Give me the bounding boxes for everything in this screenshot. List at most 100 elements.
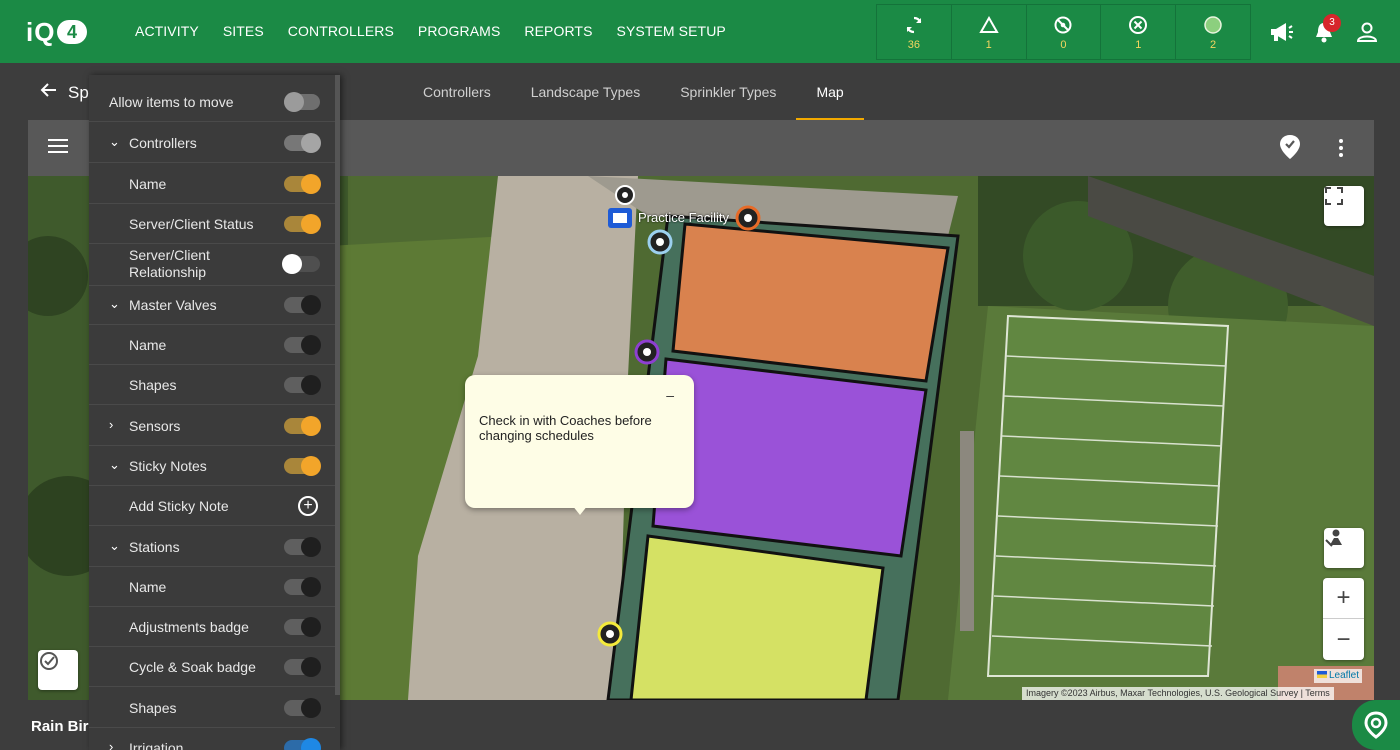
more-vertical-icon[interactable] bbox=[1338, 138, 1344, 163]
tab-map[interactable]: Map bbox=[796, 66, 864, 120]
tab-sprinkler-types[interactable]: Sprinkler Types bbox=[660, 66, 796, 120]
row-server-client-status[interactable]: Server/Client Status bbox=[89, 204, 335, 244]
toggle-master-valve-shapes[interactable] bbox=[284, 375, 321, 395]
toggle-cycle-soak-badge[interactable] bbox=[284, 657, 321, 677]
status-count: 0 bbox=[1060, 38, 1067, 51]
toggle-station-name[interactable] bbox=[284, 577, 321, 597]
row-master-valves-shapes[interactable]: Shapes bbox=[89, 365, 335, 405]
nav-activity[interactable]: ACTIVITY bbox=[135, 0, 199, 63]
tab-bar: Controllers Landscape Types Sprinkler Ty… bbox=[403, 66, 864, 120]
chevron-right-icon[interactable]: › bbox=[109, 740, 123, 750]
chevron-down-icon[interactable]: ⌄ bbox=[109, 135, 123, 149]
toggle-controller-name[interactable] bbox=[284, 174, 321, 194]
yellow-zone[interactable] bbox=[629, 534, 885, 700]
chevron-down-icon[interactable]: ⌄ bbox=[109, 539, 123, 553]
status-online[interactable]: 2 bbox=[1176, 5, 1250, 59]
prohibited-icon bbox=[1053, 14, 1073, 36]
toggle-server-client-relationship[interactable] bbox=[282, 254, 320, 274]
controller-marker[interactable] bbox=[615, 185, 635, 205]
row-stations[interactable]: ⌄ Stations bbox=[89, 527, 335, 567]
app-logo[interactable]: iQ 4 bbox=[26, 17, 88, 48]
row-label: Name bbox=[129, 176, 167, 192]
status-error[interactable]: 1 bbox=[1101, 5, 1177, 59]
row-stations-shapes[interactable]: Shapes bbox=[89, 688, 335, 728]
row-allow-items-to-move[interactable]: Allow items to move bbox=[89, 82, 335, 122]
row-label: Master Valves bbox=[129, 297, 217, 313]
status-sync[interactable]: 36 bbox=[877, 5, 952, 59]
panel-scrollbar[interactable] bbox=[335, 75, 340, 695]
chevron-down-icon[interactable]: ⌄ bbox=[109, 297, 123, 311]
toggle-allow-move[interactable] bbox=[284, 92, 320, 112]
online-dot-icon bbox=[1203, 14, 1223, 36]
row-irrigation[interactable]: › Irrigation bbox=[89, 728, 335, 750]
row-sensors[interactable]: › Sensors bbox=[89, 406, 335, 446]
row-server-client-relationship[interactable]: Server/Client Relationship bbox=[89, 244, 335, 286]
row-cycle-soak-badge[interactable]: Cycle & Soak badge bbox=[89, 647, 335, 687]
chevron-down-icon[interactable]: ⌄ bbox=[109, 458, 123, 472]
fullscreen-icon[interactable] bbox=[1324, 186, 1364, 226]
megaphone-icon[interactable] bbox=[1268, 19, 1294, 45]
tab-controllers[interactable]: Controllers bbox=[403, 66, 511, 120]
nav-sites[interactable]: SITES bbox=[223, 0, 264, 63]
nav-programs[interactable]: PROGRAMS bbox=[418, 0, 500, 63]
terms-link[interactable]: Terms bbox=[1305, 688, 1330, 698]
facility-label[interactable]: Practice Facility bbox=[638, 210, 729, 225]
controller-section-title: Rain Bir bbox=[31, 718, 89, 735]
main-nav: ACTIVITY SITES CONTROLLERS PROGRAMS REPO… bbox=[135, 0, 750, 63]
chevron-right-icon[interactable]: › bbox=[109, 418, 123, 432]
menu-icon[interactable] bbox=[48, 138, 68, 159]
back-arrow-icon[interactable] bbox=[40, 82, 58, 103]
toggle-controllers[interactable] bbox=[284, 133, 321, 153]
row-adjustments-badge[interactable]: Adjustments badge bbox=[89, 607, 335, 647]
sticky-note-text: Check in with Coaches before changing sc… bbox=[479, 413, 652, 443]
location-pin-icon[interactable] bbox=[1279, 134, 1301, 165]
leaflet-link[interactable]: Leaflet bbox=[1314, 669, 1363, 683]
controller-marker[interactable] bbox=[597, 621, 623, 647]
row-label: Stations bbox=[129, 539, 180, 555]
tab-landscape-types[interactable]: Landscape Types bbox=[511, 66, 661, 120]
row-add-sticky-note[interactable]: Add Sticky Note + bbox=[89, 486, 335, 526]
zoom-out-button[interactable]: − bbox=[1323, 619, 1364, 660]
layers-check-icon[interactable] bbox=[38, 650, 78, 690]
orange-zone[interactable] bbox=[671, 222, 950, 383]
facility-icon[interactable] bbox=[608, 208, 632, 228]
row-stations-name[interactable]: Name bbox=[89, 567, 335, 607]
toggle-master-valve-name[interactable] bbox=[284, 335, 321, 355]
warning-triangle-icon bbox=[978, 14, 999, 36]
row-controllers[interactable]: ⌄ Controllers bbox=[89, 123, 335, 163]
row-label: Name bbox=[129, 579, 167, 595]
status-warning[interactable]: 1 bbox=[952, 5, 1027, 59]
status-prohibited[interactable]: 0 bbox=[1027, 5, 1102, 59]
toggle-stations[interactable] bbox=[284, 537, 321, 557]
sticky-note[interactable]: – Check in with Coaches before changing … bbox=[465, 375, 694, 515]
user-icon[interactable] bbox=[1354, 19, 1380, 45]
street-view-icon[interactable] bbox=[1324, 528, 1364, 568]
toggle-sensors[interactable] bbox=[284, 416, 321, 436]
nav-system-setup[interactable]: SYSTEM SETUP bbox=[617, 0, 726, 63]
toggle-server-client-status[interactable] bbox=[284, 214, 321, 234]
row-label: Add Sticky Note bbox=[129, 498, 229, 514]
row-master-valves[interactable]: ⌄ Master Valves bbox=[89, 285, 335, 325]
row-label: Name bbox=[129, 337, 167, 353]
row-label: Sensors bbox=[129, 418, 181, 434]
status-count: 36 bbox=[907, 38, 921, 51]
row-controllers-name[interactable]: Name bbox=[89, 164, 335, 204]
toggle-adjustments-badge[interactable] bbox=[284, 617, 321, 637]
toggle-station-shapes[interactable] bbox=[284, 698, 321, 718]
controller-marker[interactable] bbox=[634, 339, 660, 365]
minimize-note-button[interactable]: – bbox=[666, 387, 674, 403]
nav-controllers[interactable]: CONTROLLERS bbox=[288, 0, 394, 63]
add-circle-icon[interactable]: + bbox=[298, 496, 318, 516]
row-master-valves-name[interactable]: Name bbox=[89, 325, 335, 365]
controller-marker[interactable] bbox=[735, 205, 761, 231]
support-chat-button[interactable] bbox=[1352, 700, 1400, 750]
toggle-irrigation[interactable] bbox=[284, 738, 321, 750]
toggle-master-valves[interactable] bbox=[284, 295, 321, 315]
zoom-in-button[interactable]: + bbox=[1323, 578, 1364, 619]
row-label: Shapes bbox=[129, 377, 177, 393]
row-label: Cycle & Soak badge bbox=[129, 659, 256, 675]
nav-reports[interactable]: REPORTS bbox=[524, 0, 592, 63]
toggle-sticky-notes[interactable] bbox=[284, 456, 321, 476]
row-sticky-notes[interactable]: ⌄ Sticky Notes bbox=[89, 446, 335, 486]
controller-marker[interactable] bbox=[647, 229, 673, 255]
